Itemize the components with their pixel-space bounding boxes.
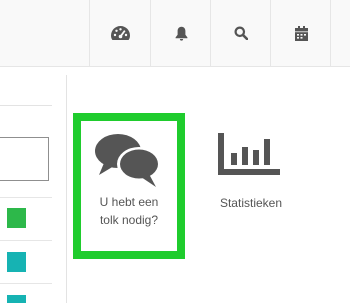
panel-divider [0,105,52,106]
partial-input-field[interactable] [0,137,49,181]
chat-bubbles-icon [93,131,165,196]
calendar-icon [294,25,308,41]
notifications-button[interactable] [151,0,211,66]
statistics-tile-label: Statistieken [219,196,283,210]
panel-border [66,75,67,303]
row-divider [0,197,52,198]
bar-chart-icon [218,133,280,180]
interpreter-request-tile[interactable]: U hebt een tolk nodig? [73,113,185,259]
row-divider [0,283,52,284]
search-button[interactable] [211,0,271,66]
speedometer-icon [110,26,130,40]
calendar-button[interactable] [271,0,331,66]
dashboard-button[interactable] [90,0,150,66]
statistics-tile[interactable]: Statistieken [200,113,302,223]
top-toolbar [0,0,350,67]
status-square-green [7,208,26,228]
status-square-teal [7,252,26,272]
interpreter-tile-label: U hebt een tolk nodig? [99,195,159,227]
status-square-teal [7,295,26,303]
bell-icon [175,26,188,41]
search-icon [234,26,248,40]
row-divider [0,240,52,241]
